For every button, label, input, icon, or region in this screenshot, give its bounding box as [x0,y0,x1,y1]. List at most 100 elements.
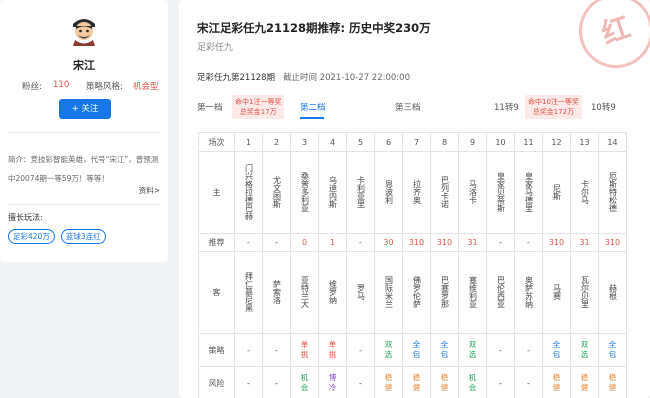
tab-11-to-9[interactable]: 11转9 [494,101,519,113]
skill-tag[interactable]: 篮球3连红 [60,229,106,244]
home-value: 门兴格拉德巴赫 [244,163,254,220]
row-label: 主 [198,151,235,234]
risk-value: 稳健 [440,373,449,392]
table-cell-recommend: - [262,233,291,252]
home-value: 皇家贝蒂斯 [496,171,506,212]
tab-level-1[interactable]: 第一档 [197,101,223,113]
table-cell-away: 维罗纳 [318,251,347,334]
table-cell-numbers: 5 [346,132,375,152]
numbers-value: 5 [357,137,364,147]
skills-tags: 足彩420万 篮球3连红 [8,229,106,244]
recommend-value: 310 [436,238,453,247]
strategy-value: 双选 [384,340,393,359]
recommend-value: - [499,238,502,247]
table-cell-strategy: - [262,333,291,367]
style-label: 策略风格: [86,82,123,92]
table-cell-risk: 稳健 [402,366,431,398]
table-cell-strategy: - [514,333,543,367]
recommend-value: 31 [467,238,478,247]
table-cell-strategy: 双选 [570,333,599,367]
tab-level-1-badge: 命中1注一等奖 总奖金17万 [232,95,285,119]
numbers-value: 8 [441,137,448,147]
table-cell-numbers: 10 [486,132,515,152]
skill-tag[interactable]: 足彩420万 [8,229,55,244]
home-value: 尼斯 [552,183,562,200]
profile-more-link[interactable]: 资料> [139,185,160,196]
strategy-value: - [527,345,530,355]
away-value: 维罗纳 [328,279,338,304]
home-value: 巴列卡诺 [440,175,450,208]
table-cell-numbers: 2 [262,132,291,152]
match-table: 场次 1 2 3 4 5 6 7 8 9 10 11 12 13 14 主门兴格拉德巴赫 尤文图斯 桑普多利亚 乌迪… [198,132,627,398]
table-cell-away: 巴伦西亚 [486,251,515,334]
row-label: 风险 [198,366,235,398]
tab-11-to-9-badge: 命中10注一等奖 总奖金172万 [525,95,582,119]
recommend-value: - [527,238,530,247]
table-row-away: 客拜仁慕尼黑 萨索洛 亚特兰大 维罗纳 罗马 国际米兰 佛罗伦萨 巴塞罗那 塞维利亚 巴伦西亚 奥萨… [198,251,627,334]
skills-title: 擅长玩法: [8,213,43,222]
table-cell-risk: 机会 [290,366,319,398]
table-cell-risk: 稳健 [542,366,571,398]
table-cell-recommend: 310 [430,233,459,252]
table-cell-home: 尼斯 [542,151,571,234]
risk-value: 稳健 [552,373,561,392]
strategy-value: 全包 [412,340,421,359]
risk-value: - [247,378,250,388]
table-cell-numbers: 11 [514,132,543,152]
away-value: 赫根 [608,283,618,300]
numbers-value: 1 [245,137,252,147]
numbers-value: 3 [301,137,308,147]
tab-level-2[interactable]: 第二档 [300,101,326,113]
follow-button[interactable]: + 关注 [59,99,111,119]
table-cell-risk: 稳健 [374,366,403,398]
strategy-value: 全包 [608,340,617,359]
strategy-value: 全包 [552,340,561,359]
tab-level-3[interactable]: 第三档 [395,101,421,113]
divider [8,204,160,205]
numbers-value: 7 [413,137,420,147]
table-cell-strategy: 单挑 [290,333,319,367]
table-cell-risk: - [346,366,375,398]
table-cell-away: 赫根 [598,251,627,334]
home-value: 厄斯特松德 [608,171,618,212]
strategy-value: 全包 [440,340,449,359]
recommend-value: 310 [408,238,425,247]
row-label: 客 [198,251,235,334]
table-cell-risk: 博冷 [318,366,347,398]
table-cell-recommend: 310 [598,233,627,252]
table-cell-recommend: 1 [318,233,347,252]
recommend-value: 30 [383,238,394,247]
table-cell-recommend: - [486,233,515,252]
numbers-value: 4 [329,137,336,147]
active-tab-indicator [300,117,324,119]
table-cell-away: 马赛 [542,251,571,334]
page: 宋江 粉丝: 110 策略风格: 机会型 + 关注 简介：竞技彩智能英雄，代号“… [0,0,650,398]
risk-value: - [527,378,530,388]
away-value: 瓦尔贝里 [580,275,590,308]
strategy-value: - [359,345,362,355]
table-cell-home: 皇家贝蒂斯 [486,151,515,234]
table-cell-home: 马洛卡 [458,151,487,234]
tab-10-to-9[interactable]: 10转9 [591,101,616,113]
table-cell-recommend: 31 [458,233,487,252]
table-cell-home: 巴列卡诺 [430,151,459,234]
numbers-value: 14 [607,137,618,147]
table-cell-away: 塞维利亚 [458,251,487,334]
table-cell-strategy: 全包 [430,333,459,367]
table-cell-away: 罗马 [346,251,375,334]
badge-line: 总奖金17万 [239,108,277,116]
table-cell-risk: - [514,366,543,398]
risk-value: 稳健 [412,373,421,392]
page-subtitle: 足彩任九 [197,43,234,53]
table-cell-away: 瓦尔贝里 [570,251,599,334]
table-cell-numbers: 8 [430,132,459,152]
row-label: 推荐 [198,233,235,252]
numbers-value: 2 [273,137,280,147]
table-cell-risk: - [234,366,263,398]
recommend-value: 31 [579,238,590,247]
style-value: 机会型 [133,82,159,92]
table-row-recommend: 推荐 - - 0 1 - 30 310 310 31 - - 310 31 310 [198,233,627,252]
table-cell-strategy: 全包 [402,333,431,367]
table-cell-risk: - [486,366,515,398]
recommend-value: 310 [604,238,621,247]
